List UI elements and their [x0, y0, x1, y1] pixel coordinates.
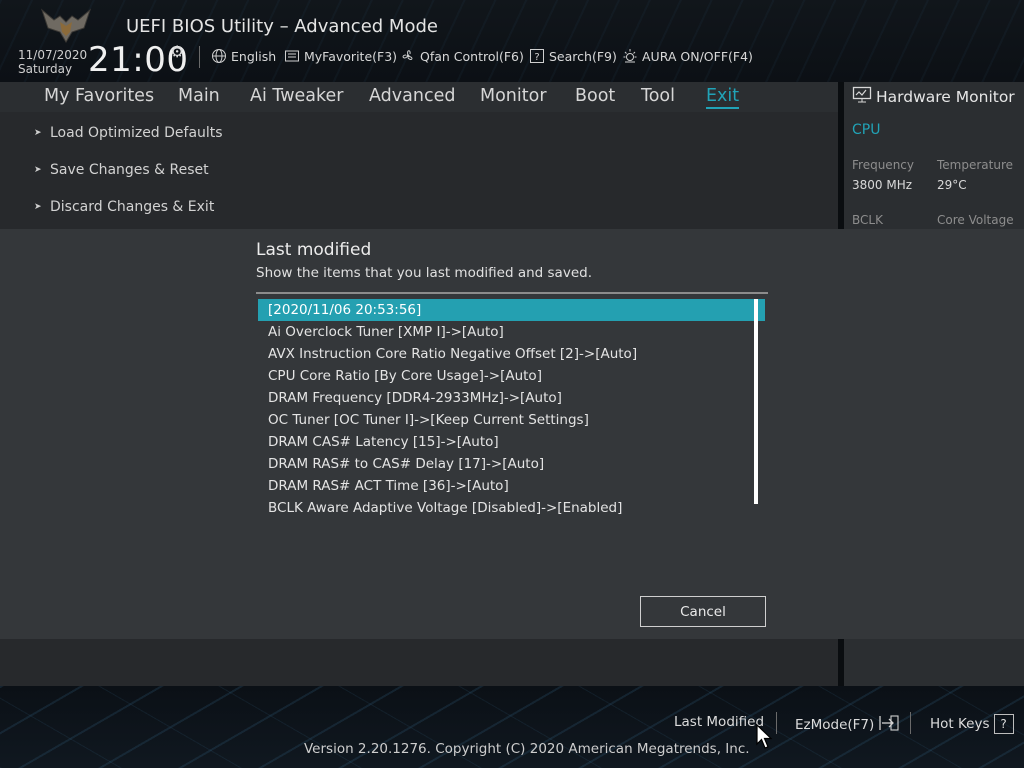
hot-keys-label: Hot Keys — [930, 716, 990, 732]
list-item[interactable]: DRAM Frequency [DDR4-2933MHz]->[Auto] — [258, 387, 758, 409]
list-item-timestamp[interactable]: [2020/11/06 20:53:56] — [258, 299, 765, 321]
footer-divider — [910, 712, 911, 734]
cpu-section-title: CPU — [852, 122, 881, 138]
list-item[interactable]: CPU Core Ratio [By Core Usage]->[Auto] — [258, 365, 758, 387]
tab-tool[interactable]: Tool — [641, 86, 675, 106]
myfavorite-button[interactable]: MyFavorite(F3) — [284, 46, 397, 66]
search-label: Search(F9) — [549, 48, 617, 64]
language-label: English — [231, 48, 277, 64]
hardware-monitor-title: Hardware Monitor — [852, 86, 1015, 108]
last-modified-dialog: Last modified Show the items that you la… — [0, 229, 1024, 639]
ezmode-button[interactable]: EzMode(F7) — [795, 714, 900, 736]
list-scrollbar[interactable] — [754, 299, 758, 504]
svg-text:?: ? — [534, 52, 539, 63]
core-voltage-label: Core Voltage — [937, 213, 1014, 227]
chevron-right-icon: ➤ — [34, 202, 42, 212]
last-modified-button[interactable]: Last Modified — [674, 714, 764, 730]
cancel-button[interactable]: Cancel — [640, 596, 766, 627]
list-item[interactable]: DRAM CAS# Latency [15]->[Auto] — [258, 431, 758, 453]
gear-icon[interactable]: ⚙ — [170, 42, 184, 61]
chevron-right-icon: ➤ — [34, 128, 42, 138]
aura-toggle-button[interactable]: AURA ON/OFF(F4) — [622, 46, 753, 66]
date-display: 11/07/2020 Saturday — [18, 48, 87, 76]
toolbar-divider — [199, 46, 200, 68]
discard-changes-exit-item[interactable]: ➤ Discard Changes & Exit — [34, 199, 214, 215]
search-icon: ? — [529, 48, 545, 64]
version-text: Version 2.20.1276. Copyright (C) 2020 Am… — [304, 741, 750, 757]
tuf-logo-icon — [40, 8, 92, 43]
main-nav: My Favorites Main Ai Tweaker Advanced Mo… — [0, 82, 838, 112]
date-text: 11/07/2020 — [18, 48, 88, 62]
fan-icon — [400, 48, 416, 64]
qfan-control-label: Qfan Control(F6) — [420, 48, 524, 64]
dialog-title: Last modified — [256, 240, 372, 260]
bclk-label: BCLK — [852, 213, 883, 227]
tab-boot[interactable]: Boot — [575, 86, 615, 106]
frequency-label: Frequency — [852, 158, 914, 172]
tab-ai-tweaker[interactable]: Ai Tweaker — [250, 86, 343, 106]
globe-icon — [211, 48, 227, 64]
menu-item-label: Save Changes & Reset — [50, 162, 209, 178]
dialog-subtitle: Show the items that you last modified an… — [256, 265, 592, 281]
qfan-control-button[interactable]: Qfan Control(F6) — [400, 46, 524, 66]
favorite-icon — [284, 48, 300, 64]
list-item[interactable]: OC Tuner [OC Tuner I]->[Keep Current Set… — [258, 409, 758, 431]
save-changes-reset-item[interactable]: ➤ Save Changes & Reset — [34, 162, 209, 178]
list-item[interactable]: BCLK Aware Adaptive Voltage [Disabled]->… — [258, 497, 758, 519]
search-button[interactable]: ? Search(F9) — [529, 46, 617, 66]
monitor-icon — [852, 86, 872, 108]
hot-keys-button[interactable]: Hot Keys ? — [930, 714, 1014, 734]
myfavorite-label: MyFavorite(F3) — [304, 48, 398, 64]
chevron-right-icon: ➤ — [34, 165, 42, 175]
frequency-value: 3800 MHz — [852, 178, 913, 192]
menu-item-label: Discard Changes & Exit — [50, 199, 215, 215]
ezmode-label: EzMode(F7) — [795, 717, 875, 733]
tab-monitor[interactable]: Monitor — [480, 86, 547, 106]
hardware-monitor-label: Hardware Monitor — [876, 88, 1015, 106]
temperature-value: 29°C — [937, 178, 967, 192]
load-optimized-defaults-item[interactable]: ➤ Load Optimized Defaults — [34, 125, 223, 141]
list-item[interactable]: DRAM RAS# to CAS# Delay [17]->[Auto] — [258, 453, 758, 475]
menu-item-label: Load Optimized Defaults — [50, 125, 223, 141]
app-title: UEFI BIOS Utility – Advanced Mode — [126, 16, 438, 37]
tab-exit[interactable]: Exit — [706, 86, 740, 109]
aura-icon — [622, 48, 638, 64]
temperature-label: Temperature — [937, 158, 1014, 172]
language-button[interactable]: English — [211, 46, 276, 66]
tab-advanced[interactable]: Advanced — [369, 86, 455, 106]
footer-divider — [776, 712, 777, 734]
mouse-cursor-icon — [756, 724, 773, 749]
tab-main[interactable]: Main — [178, 86, 220, 106]
exit-arrow-icon — [878, 714, 900, 736]
day-text: Saturday — [18, 62, 73, 76]
aura-label: AURA ON/OFF(F4) — [642, 48, 753, 64]
dialog-divider — [256, 292, 768, 294]
tab-my-favorites[interactable]: My Favorites — [44, 86, 154, 106]
last-modified-label: Last Modified — [674, 714, 765, 730]
list-item[interactable]: AVX Instruction Core Ratio Negative Offs… — [258, 343, 758, 365]
help-icon: ? — [993, 714, 1014, 734]
modified-items-list[interactable]: [2020/11/06 20:53:56] Ai Overclock Tuner… — [258, 299, 765, 516]
list-item[interactable]: DRAM RAS# ACT Time [36]->[Auto] — [258, 475, 758, 497]
list-item[interactable]: Ai Overclock Tuner [XMP I]->[Auto] — [258, 321, 758, 343]
